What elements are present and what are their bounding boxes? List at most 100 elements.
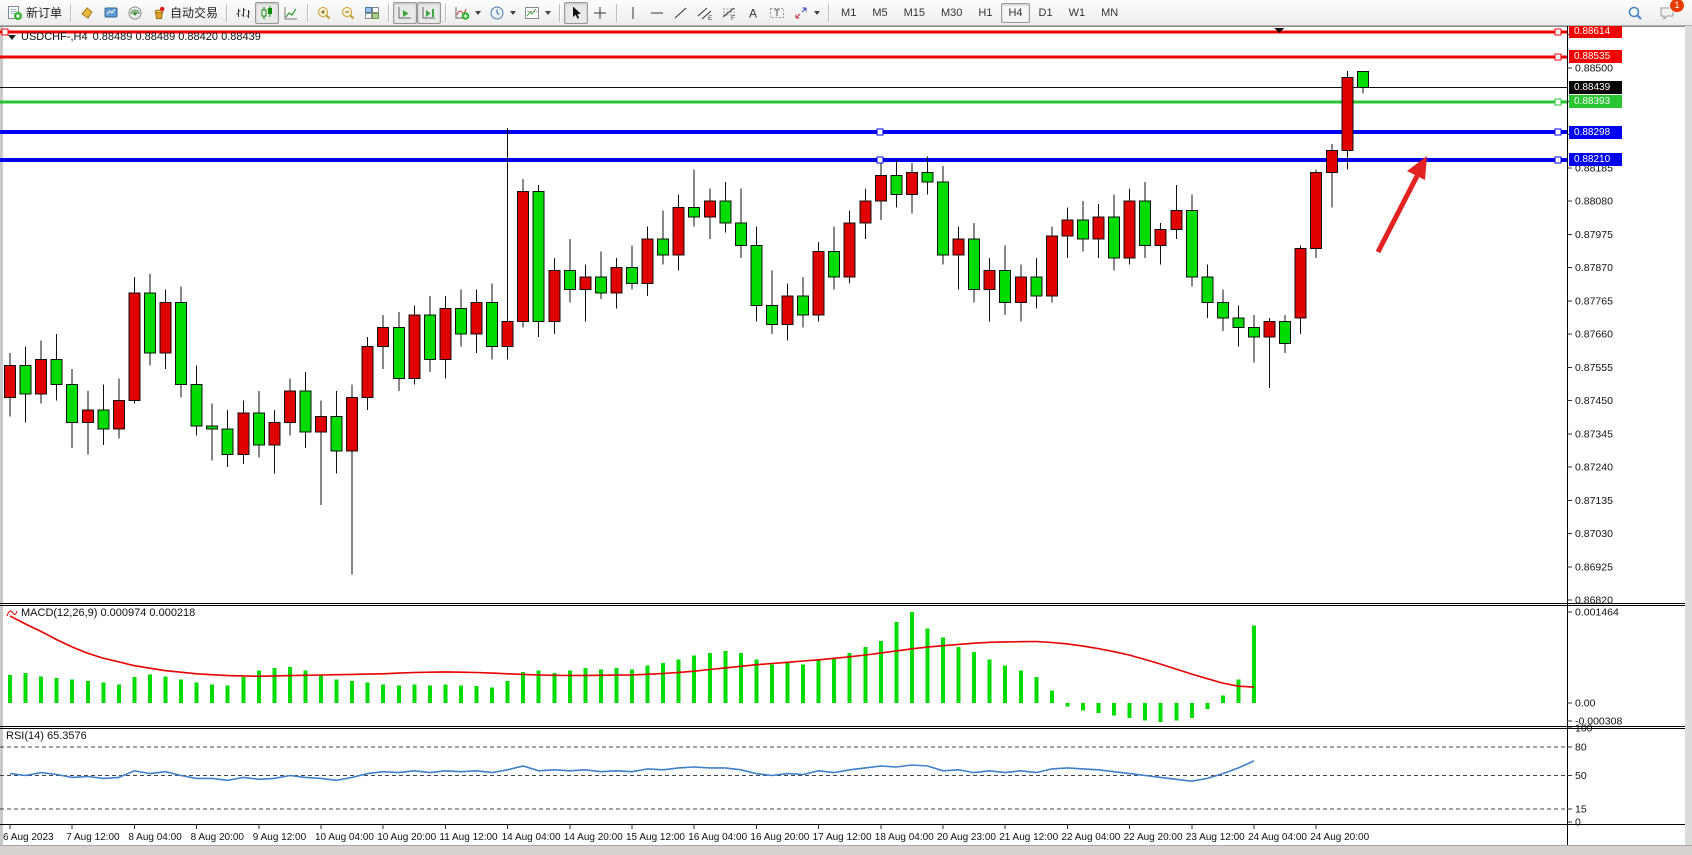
zoom-out-button[interactable] xyxy=(336,2,360,24)
svg-text:24 Aug 04:00: 24 Aug 04:00 xyxy=(1248,832,1307,843)
autotrade-button[interactable]: 自动交易 xyxy=(147,2,222,24)
bars-chart-icon xyxy=(235,5,251,21)
bar-chart-mode-button[interactable] xyxy=(231,2,255,24)
price-level-badge: 0.88393 xyxy=(1569,95,1622,108)
quotes-button[interactable] xyxy=(75,2,99,24)
crosshair-icon xyxy=(592,5,608,21)
svg-text:0.87555: 0.87555 xyxy=(1575,362,1613,374)
indicators-icon xyxy=(454,5,470,21)
horizontal-lines-layer[interactable] xyxy=(0,29,1567,163)
auto-scroll-button[interactable] xyxy=(393,2,417,24)
label-button[interactable]: T xyxy=(765,2,789,24)
annotation-arrow[interactable] xyxy=(1378,156,1427,252)
trendline-button[interactable] xyxy=(669,2,693,24)
svg-text:0.87975: 0.87975 xyxy=(1575,229,1613,241)
search-button[interactable] xyxy=(1623,2,1647,24)
vline-button[interactable] xyxy=(621,2,645,24)
chart-shift-button[interactable] xyxy=(417,2,441,24)
svg-text:0.88080: 0.88080 xyxy=(1575,196,1613,208)
timeframe-M5-button[interactable]: M5 xyxy=(865,3,894,23)
svg-text:22 Aug 04:00: 22 Aug 04:00 xyxy=(1061,832,1120,843)
timeframe-W1-button[interactable]: W1 xyxy=(1062,3,1093,23)
periods-menu-button[interactable] xyxy=(485,2,520,24)
svg-text:18 Aug 04:00: 18 Aug 04:00 xyxy=(875,832,934,843)
svg-text:0.86925: 0.86925 xyxy=(1575,561,1613,573)
timeframe-M30-button[interactable]: M30 xyxy=(934,3,969,23)
templates-icon xyxy=(524,5,540,21)
timeframe-M1-button[interactable]: M1 xyxy=(834,3,863,23)
new-order-button[interactable]: 新订单 xyxy=(3,2,66,24)
cursor-icon xyxy=(568,5,584,21)
notifications-button[interactable]: 1 xyxy=(1655,2,1679,24)
line-chart-mode-button[interactable] xyxy=(279,2,303,24)
chart-shift-icon xyxy=(421,5,437,21)
crosshair-button[interactable] xyxy=(588,2,612,24)
label-icon: T xyxy=(769,5,785,21)
chart-ohlc-quote: 0.88489 0.88489 0.88420 0.88439 xyxy=(93,31,261,43)
macd-pane xyxy=(8,612,1256,722)
tile-windows-button[interactable] xyxy=(360,2,384,24)
svg-text:22 Aug 20:00: 22 Aug 20:00 xyxy=(1124,832,1183,843)
timeframe-H4-button[interactable]: H4 xyxy=(1001,3,1029,23)
svg-text:6 Aug 2023: 6 Aug 2023 xyxy=(3,832,54,843)
svg-text:100: 100 xyxy=(1575,723,1593,735)
toolbar-separator xyxy=(559,4,560,22)
market-watch-button[interactable] xyxy=(99,2,123,24)
svg-text:0.87240: 0.87240 xyxy=(1575,462,1613,474)
indicators-button[interactable] xyxy=(450,2,485,24)
zoom-in-icon xyxy=(316,5,332,21)
arrows-button[interactable] xyxy=(789,2,824,24)
fibo-icon: F xyxy=(721,5,737,21)
svg-text:0: 0 xyxy=(1575,817,1581,829)
svg-text:A: A xyxy=(749,6,757,20)
svg-text:14 Aug 04:00: 14 Aug 04:00 xyxy=(502,832,561,843)
svg-text:8 Aug 04:00: 8 Aug 04:00 xyxy=(128,832,182,843)
svg-text:0.87345: 0.87345 xyxy=(1575,428,1613,440)
text-icon: A xyxy=(745,5,761,21)
price-level-badge: 0.88210 xyxy=(1569,153,1622,166)
price-level-badge: 0.88439 xyxy=(1569,81,1622,94)
chart-title: USDCHF-,H4 0.88489 0.88489 0.88420 0.884… xyxy=(8,31,261,43)
quotes-icon xyxy=(79,5,95,21)
svg-text:0.88500: 0.88500 xyxy=(1575,63,1613,75)
chart-canvas: 0.886050.885000.883950.882900.881850.880… xyxy=(0,0,1692,855)
svg-text:0.87660: 0.87660 xyxy=(1575,329,1613,341)
svg-text:7 Aug 12:00: 7 Aug 12:00 xyxy=(66,832,120,843)
market-watch-icon xyxy=(103,5,119,21)
zoom-in-button[interactable] xyxy=(312,2,336,24)
toolbar-separator xyxy=(388,4,389,22)
templates-button[interactable] xyxy=(520,2,555,24)
timeframe-group: M1M5M15M30H1H4D1W1MN xyxy=(833,3,1126,23)
toolbar-separator xyxy=(226,4,227,22)
channel-button[interactable]: E xyxy=(693,2,717,24)
timeframe-H1-button[interactable]: H1 xyxy=(971,3,999,23)
macd-line-sample-icon xyxy=(6,609,18,618)
trendline-icon xyxy=(673,5,689,21)
cursor-button[interactable] xyxy=(564,2,588,24)
svg-text:0.87765: 0.87765 xyxy=(1575,295,1613,307)
timeframe-MN-button[interactable]: MN xyxy=(1094,3,1125,23)
toolbar-separator xyxy=(307,4,308,22)
svg-text:0.00: 0.00 xyxy=(1575,698,1596,710)
timeframe-D1-button[interactable]: D1 xyxy=(1032,3,1060,23)
toolbar-separator xyxy=(828,4,829,22)
toolbar-separator xyxy=(616,4,617,22)
svg-text:20 Aug 23:00: 20 Aug 23:00 xyxy=(937,832,996,843)
dropdown-caret-icon xyxy=(545,11,551,15)
svg-text:10 Aug 04:00: 10 Aug 04:00 xyxy=(315,832,374,843)
mt4-application-window: 新订单自动交易EFATM1M5M15M30H1H4D1W1MN1 0.88605… xyxy=(0,0,1692,855)
hline-button[interactable] xyxy=(645,2,669,24)
svg-text:0.001464: 0.001464 xyxy=(1575,606,1619,618)
svg-text:0.87870: 0.87870 xyxy=(1575,262,1613,274)
text-button[interactable]: A xyxy=(741,2,765,24)
dropdown-caret-icon xyxy=(475,11,481,15)
svg-text:8 Aug 20:00: 8 Aug 20:00 xyxy=(191,832,245,843)
timeframe-M15-button[interactable]: M15 xyxy=(897,3,932,23)
signals-button[interactable] xyxy=(123,2,147,24)
macd-indicator-label: MACD(12,26,9) 0.000974 0.000218 xyxy=(6,607,195,619)
svg-text:0.87450: 0.87450 xyxy=(1575,395,1613,407)
arrows-icon xyxy=(793,5,809,21)
new-order-icon xyxy=(7,5,23,21)
fibonacci-button[interactable]: F xyxy=(717,2,741,24)
candle-chart-mode-button[interactable] xyxy=(255,2,279,24)
